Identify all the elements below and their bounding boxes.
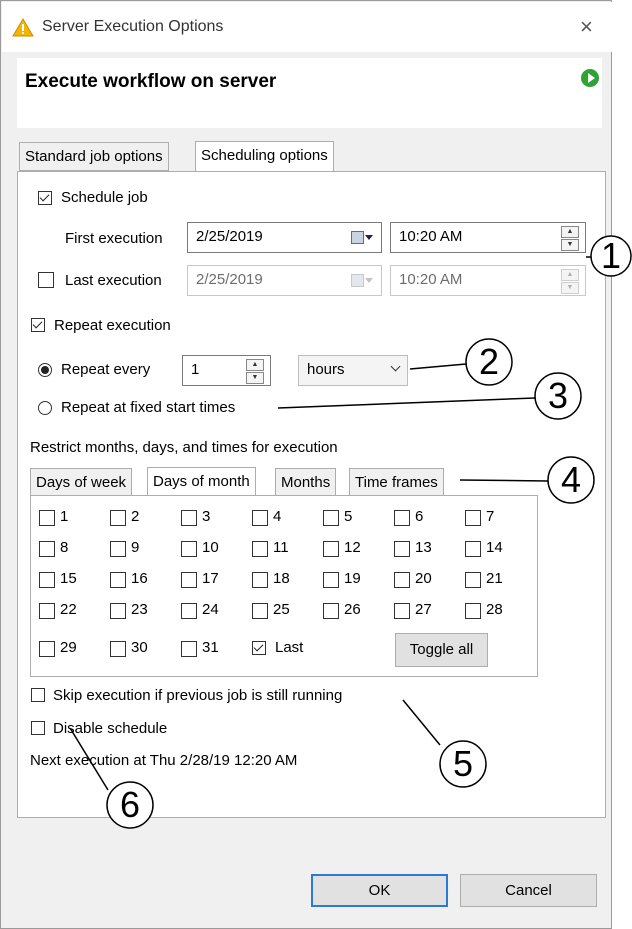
callout-3: 3 [547,375,569,416]
callout-lines [69,235,632,829]
callout-2: 2 [478,341,500,382]
callout-5: 5 [452,743,474,784]
callout-1: 1 [600,235,622,276]
callout-4: 4 [560,459,582,500]
callout-6: 6 [119,784,141,825]
